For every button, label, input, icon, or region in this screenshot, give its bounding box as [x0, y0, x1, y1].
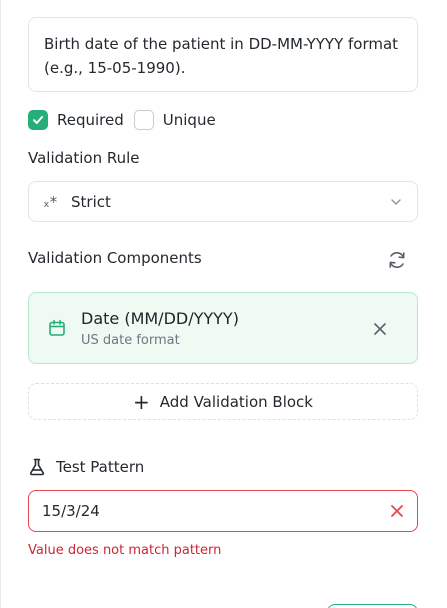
- chevron-down-icon: [391, 198, 401, 205]
- test-pattern-input[interactable]: [42, 502, 390, 520]
- test-pattern-field[interactable]: [28, 490, 418, 532]
- unique-label: Unique: [162, 111, 216, 129]
- validation-component-card: Date (MM/DD/YYYY) US date format: [28, 292, 418, 364]
- plus-icon: +: [133, 389, 150, 414]
- description-field[interactable]: Birth date of the patient in DD-MM-YYYY …: [28, 17, 418, 92]
- add-validation-block-button[interactable]: + Add Validation Block: [28, 383, 418, 420]
- required-check-box[interactable]: [28, 110, 48, 130]
- required-label: Required: [57, 111, 124, 129]
- refresh-icon[interactable]: [386, 249, 408, 271]
- flags-row: Required Unique: [28, 108, 226, 132]
- unique-check-box[interactable]: [133, 110, 154, 130]
- validation-components-label: Validation Components: [28, 249, 202, 267]
- validation-rule-select[interactable]: ₓ* Strict: [28, 181, 418, 222]
- component-title: Date (MM/DD/YYYY): [81, 309, 239, 328]
- validation-rule-label: Validation Rule: [28, 149, 140, 167]
- component-subtitle: US date format: [81, 333, 180, 348]
- error-x-icon: [391, 505, 403, 517]
- flask-icon: [29, 458, 45, 476]
- panel-left-border: [0, 0, 1, 608]
- check-icon: [33, 116, 43, 124]
- unique-checkbox[interactable]: Unique: [133, 110, 216, 130]
- add-validation-block-label: Add Validation Block: [159, 392, 313, 411]
- footer-button[interactable]: [327, 604, 418, 608]
- calendar-icon: [49, 319, 65, 336]
- remove-component-icon[interactable]: [372, 321, 388, 337]
- validation-error-message: Value does not match pattern: [28, 543, 222, 558]
- test-pattern-label: Test Pattern: [56, 458, 145, 476]
- validation-rule-value: Strict: [71, 192, 111, 211]
- regex-icon: ₓ*: [43, 192, 58, 211]
- description-text: Birth date of the patient in DD-MM-YYYY …: [44, 35, 399, 77]
- test-pattern-header: Test Pattern: [28, 458, 144, 476]
- required-checkbox[interactable]: Required: [28, 110, 124, 130]
